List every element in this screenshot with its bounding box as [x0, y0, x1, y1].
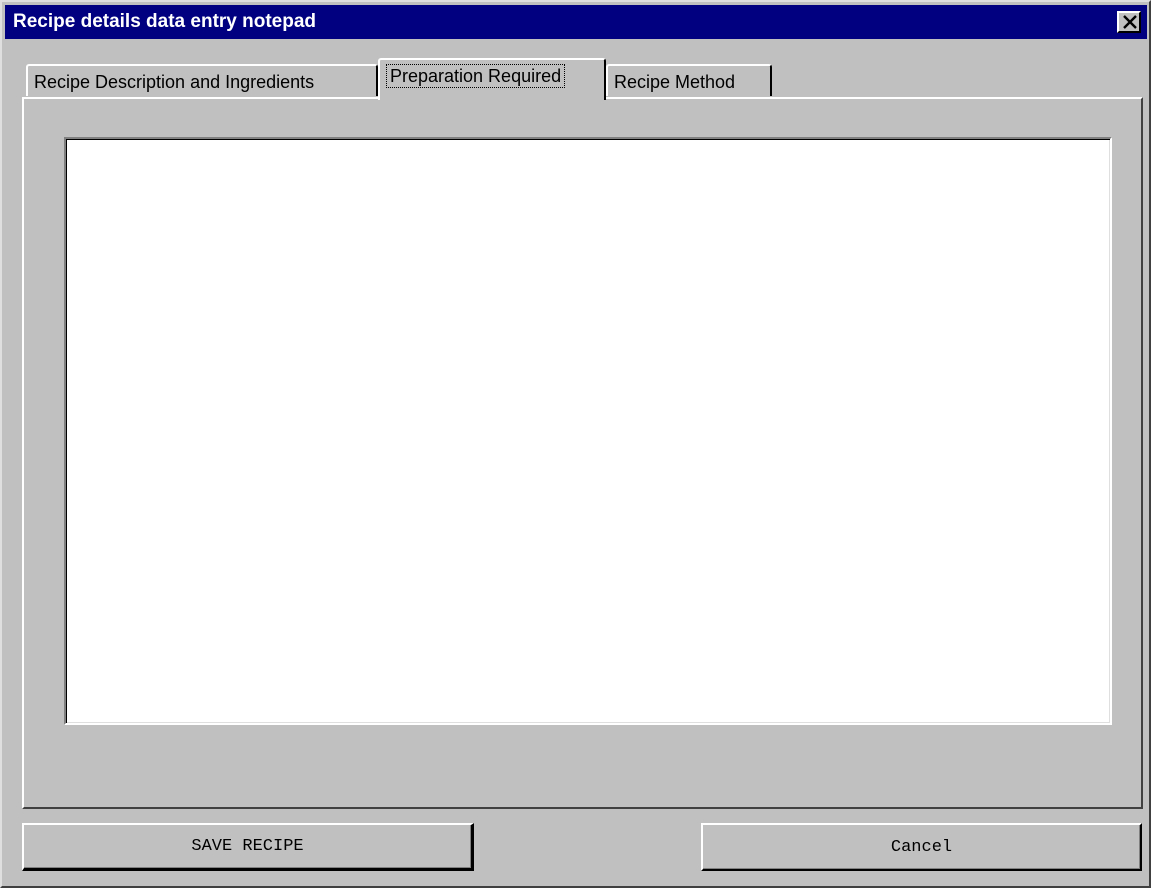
recipe-notepad-window: Recipe details data entry notepad Recipe… — [0, 0, 1151, 888]
close-button[interactable] — [1117, 11, 1141, 33]
window-title: Recipe details data entry notepad — [13, 11, 317, 32]
cancel-button[interactable]: Cancel — [701, 823, 1142, 871]
tab-label: Preparation Required — [386, 64, 566, 88]
tab-label: Recipe Description and Ingredients — [34, 72, 315, 92]
title-bar: Recipe details data entry notepad — [5, 5, 1147, 39]
close-icon — [1123, 15, 1137, 29]
tab-label: Recipe Method — [614, 72, 736, 92]
tab-recipe-description-ingredients[interactable]: Recipe Description and Ingredients — [26, 64, 378, 96]
preparation-text-area[interactable] — [64, 137, 1112, 725]
tab-recipe-method[interactable]: Recipe Method — [606, 64, 772, 96]
save-recipe-button[interactable]: SAVE RECIPE — [22, 823, 474, 871]
tab-preparation-required[interactable]: Preparation Required — [378, 58, 606, 100]
